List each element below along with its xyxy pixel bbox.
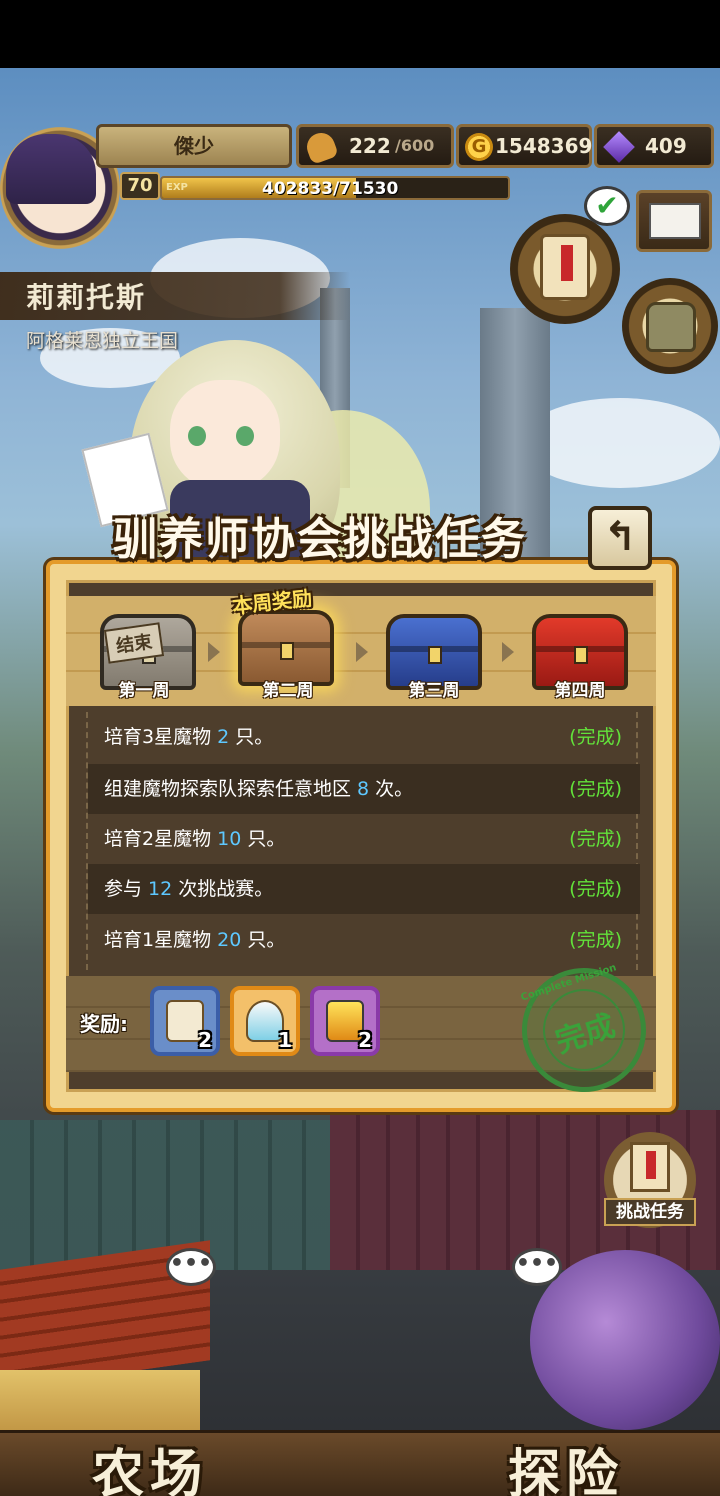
- npc-eye: [188, 426, 206, 446]
- stamina-counter[interactable]: 222 /600: [296, 124, 454, 168]
- magic-tree: [530, 1250, 720, 1430]
- exp-text: 402833/71530: [262, 179, 399, 199]
- reward-label: 奖励:: [80, 1012, 128, 1036]
- reward-count: 2: [198, 1028, 212, 1052]
- player-name: 傑少: [174, 134, 214, 158]
- task-status: (完成): [569, 929, 622, 951]
- player-level-badge: 70: [120, 172, 160, 200]
- player-name-plate: 傑少: [96, 124, 292, 168]
- challenge-task-label[interactable]: 挑战任务: [604, 1198, 696, 1226]
- task-status: (完成): [569, 828, 622, 850]
- reward-item-2[interactable]: 1: [230, 986, 300, 1056]
- farm-button[interactable]: 农场: [92, 1432, 208, 1496]
- task-row: 培育1星魔物 20 只。 (完成): [88, 915, 640, 965]
- arrow-right-icon: [356, 642, 368, 662]
- purple-gem-icon: [603, 131, 635, 163]
- task-status: (完成): [569, 878, 622, 900]
- backpack-button[interactable]: [622, 278, 718, 374]
- week-2-chest[interactable]: [238, 610, 334, 686]
- task-status: (完成): [569, 778, 622, 800]
- gold-counter[interactable]: G 1548369: [456, 124, 592, 168]
- chat-bubble-icon[interactable]: •••: [512, 1248, 562, 1286]
- cloud: [520, 398, 720, 488]
- backpack-icon: [646, 302, 696, 352]
- task-text: 培育1星魔物 20 只。: [104, 929, 286, 951]
- task-row: 培育2星魔物 10 只。 (完成): [88, 814, 640, 864]
- task-text: 培育2星魔物 10 只。: [104, 828, 286, 850]
- mail-button[interactable]: [636, 190, 712, 252]
- checkmark-icon: ✔: [584, 186, 630, 226]
- week-label-1: 第一周: [118, 681, 170, 701]
- explore-button[interactable]: 探险: [508, 1432, 624, 1496]
- scroll-icon: [540, 234, 590, 300]
- task-list: 培育3星魔物 2 只。 (完成) 组建魔物探索队探索任意地区 8 次。 (完成)…: [86, 712, 640, 970]
- task-row: 组建魔物探索队探索任意地区 8 次。 (完成): [88, 764, 640, 814]
- task-text: 培育3星魔物 2 只。: [104, 726, 274, 748]
- gold-amount: 1548369: [495, 134, 593, 158]
- week-label-3: 第三周: [408, 681, 460, 701]
- reward-item-1[interactable]: 2: [150, 986, 220, 1056]
- task-text: 组建魔物探索队探索任意地区 8 次。: [104, 778, 414, 800]
- stamina-max: /600: [395, 136, 435, 155]
- stamina-current: 222: [349, 134, 391, 158]
- gem-amount: 409: [645, 134, 687, 158]
- npc-name-plate: 莉莉托斯: [0, 272, 350, 320]
- npc-eye: [236, 426, 254, 446]
- reward-count: 1: [278, 1028, 292, 1052]
- status-bar-area: [0, 0, 720, 68]
- npc-name: 莉莉托斯: [26, 281, 147, 314]
- bread-icon: [303, 129, 339, 165]
- week-label-2: 第二周: [262, 681, 314, 701]
- scroll-icon: [630, 1142, 670, 1192]
- panel-title-band: 驯养师协会挑战任务: [60, 500, 580, 580]
- task-text: 参与 12 次挑战赛。: [104, 878, 274, 900]
- game-screen: 傑少 70 EXP 402833/71530 222 /600 G 154836…: [0, 0, 720, 1496]
- avatar-hair: [6, 134, 96, 204]
- chat-bubble-icon[interactable]: •••: [166, 1248, 216, 1286]
- reward-count: 2: [358, 1028, 372, 1052]
- gem-counter[interactable]: 409: [594, 124, 714, 168]
- panel-title: 驯养师协会挑战任务: [113, 514, 527, 565]
- envelope-icon: [649, 203, 701, 239]
- arrow-right-icon: [502, 642, 514, 662]
- quest-scroll-button[interactable]: [510, 214, 620, 324]
- task-status: (完成): [569, 726, 622, 748]
- gold-coin-icon: G: [465, 133, 493, 161]
- reward-item-3[interactable]: 2: [310, 986, 380, 1056]
- back-button[interactable]: ↰: [588, 506, 652, 570]
- week-label-4: 第四周: [554, 681, 606, 701]
- exp-tag: EXP: [166, 182, 188, 193]
- task-row: 培育3星魔物 2 只。 (完成): [88, 712, 640, 762]
- exp-bar: EXP 402833/71530: [160, 176, 510, 200]
- npc-face: [170, 380, 280, 490]
- arrow-right-icon: [208, 642, 220, 662]
- task-row: 参与 12 次挑战赛。 (完成): [88, 864, 640, 914]
